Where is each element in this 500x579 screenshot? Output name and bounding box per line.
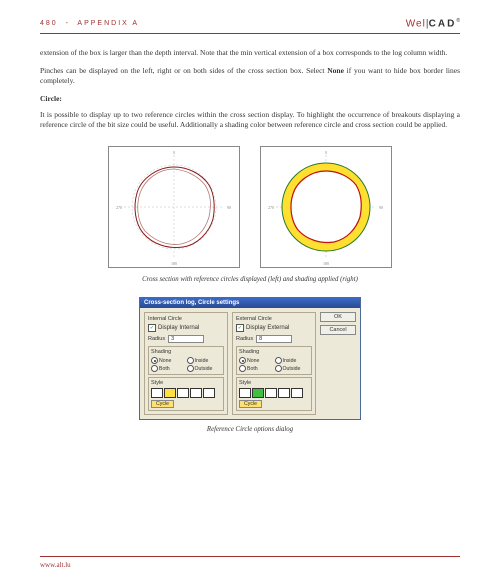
- internal-circle-group: Internal Circle ✓ Display Internal Radiu…: [144, 312, 228, 415]
- cross-section-left: 0 90 180 270: [108, 146, 240, 268]
- external-shading-label: Shading: [239, 349, 309, 355]
- display-internal-label: Display Internal: [158, 325, 199, 331]
- external-group-label: External Circle: [236, 316, 312, 322]
- logo-cad: CAD: [429, 18, 457, 29]
- page-footer: www.alt.lu: [40, 556, 460, 569]
- svg-text:180: 180: [323, 261, 329, 266]
- internal-shading-label: Shading: [151, 349, 221, 355]
- display-external-checkbox[interactable]: ✓: [236, 324, 244, 332]
- external-style-label: Style: [239, 380, 309, 386]
- external-cycle-button[interactable]: Cycle: [239, 400, 262, 408]
- footer-url: www.alt.lu: [40, 561, 71, 569]
- internal-shading-both-radio[interactable]: [151, 365, 158, 372]
- internal-shading-outside-radio[interactable]: [187, 365, 194, 372]
- logo: Wel|CAD®: [406, 18, 460, 29]
- circle-settings-dialog: Cross-section log, Circle settings Inter…: [139, 297, 361, 420]
- external-shading-both-radio[interactable]: [239, 365, 246, 372]
- svg-text:270: 270: [268, 205, 274, 210]
- internal-style-label: Style: [151, 380, 221, 386]
- figure2-caption: Reference Circle options dialog: [40, 426, 460, 433]
- para-ext: extension of the box is larger than the …: [40, 48, 460, 58]
- svg-text:0: 0: [325, 150, 327, 155]
- ok-button[interactable]: OK: [320, 312, 356, 322]
- figure-row: 0 90 180 270 0 90 180 270: [40, 146, 460, 268]
- internal-swatches[interactable]: [151, 388, 221, 398]
- svg-text:90: 90: [379, 205, 383, 210]
- external-shading-inside-radio[interactable]: [275, 357, 282, 364]
- svg-text:270: 270: [116, 205, 122, 210]
- internal-radius-input[interactable]: 3: [168, 335, 204, 343]
- dialog-title: Cross-section log, Circle settings: [140, 298, 360, 308]
- logo-wel: Wel: [406, 18, 426, 29]
- external-shading-outside-radio[interactable]: [275, 365, 282, 372]
- internal-group-label: Internal Circle: [148, 316, 224, 322]
- internal-cycle-button[interactable]: Cycle: [151, 400, 174, 408]
- cross-section-right: 0 90 180 270: [260, 146, 392, 268]
- internal-shading-none-radio[interactable]: [151, 357, 158, 364]
- dialog-figure: Cross-section log, Circle settings Inter…: [40, 297, 460, 420]
- external-radius-input[interactable]: 8: [256, 335, 292, 343]
- circle-heading: Circle:: [40, 94, 460, 103]
- internal-radius-label: Radius: [148, 336, 165, 342]
- external-swatches[interactable]: [239, 388, 309, 398]
- para-circle: It is possible to display up to two refe…: [40, 110, 460, 130]
- svg-text:0: 0: [173, 150, 175, 155]
- svg-text:180: 180: [171, 261, 177, 266]
- header-left: 480 - APPENDIX A: [40, 20, 139, 27]
- page-header: 480 - APPENDIX A Wel|CAD®: [40, 18, 460, 34]
- figure1-caption: Cross section with reference circles dis…: [40, 276, 460, 283]
- svg-text:90: 90: [227, 205, 231, 210]
- external-shading-none-radio[interactable]: [239, 357, 246, 364]
- display-external-label: Display External: [246, 325, 289, 331]
- internal-shading-inside-radio[interactable]: [187, 357, 194, 364]
- cancel-button[interactable]: Cancel: [320, 325, 356, 335]
- section-name: APPENDIX A: [77, 20, 139, 27]
- para-pinches: Pinches can be displayed on the left, ri…: [40, 66, 460, 86]
- external-radius-label: Radius: [236, 336, 253, 342]
- page-number: 480: [40, 20, 58, 27]
- external-circle-group: External Circle ✓ Display External Radiu…: [232, 312, 316, 415]
- display-internal-checkbox[interactable]: ✓: [148, 324, 156, 332]
